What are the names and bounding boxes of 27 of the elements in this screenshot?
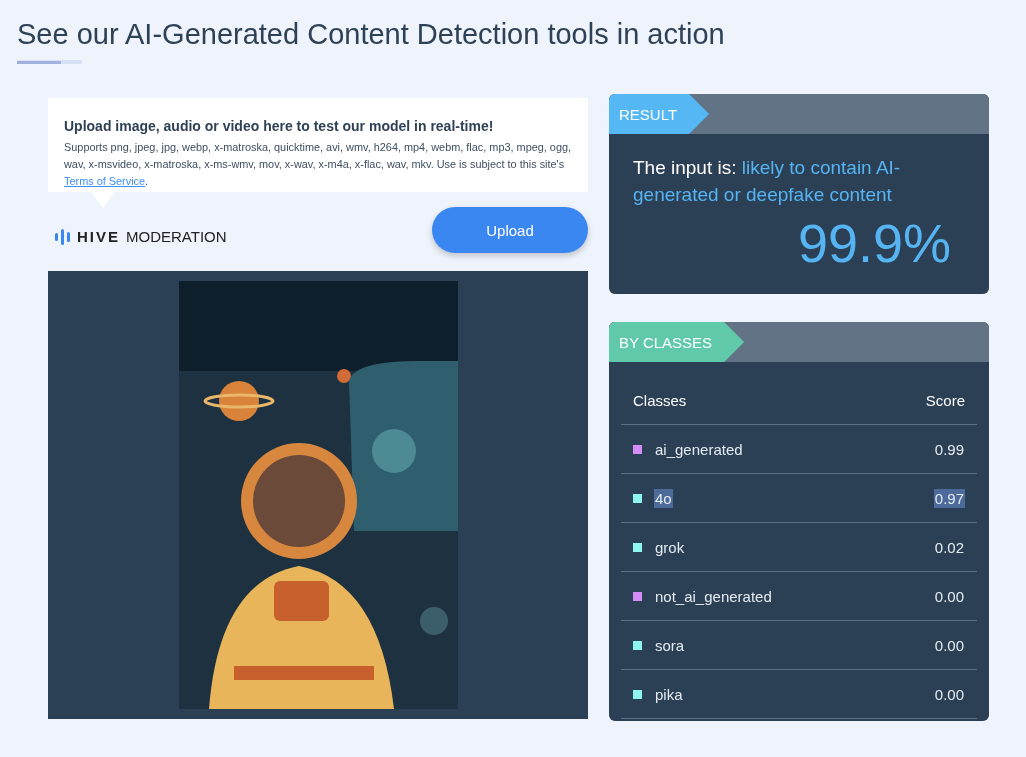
class-name: ai_generated bbox=[654, 439, 744, 459]
score-value: 99.9% bbox=[796, 214, 952, 272]
class-name: 4o bbox=[654, 488, 673, 508]
class-score: 0.00 bbox=[933, 586, 965, 606]
class-score: 0.02 bbox=[933, 537, 965, 557]
column-header: Classes bbox=[633, 391, 687, 409]
brand-suffix: MODERATION bbox=[126, 228, 227, 245]
classes-tag: BY CLASSES bbox=[609, 322, 745, 362]
upload-button[interactable]: Upload bbox=[432, 207, 588, 253]
class-score: 0.00 bbox=[933, 635, 965, 655]
column-header: Score bbox=[925, 391, 965, 409]
class-score: 0.97 bbox=[933, 488, 965, 508]
result-tag: RESULT bbox=[609, 94, 710, 134]
title-underline bbox=[17, 60, 82, 64]
class-score: 0.99 bbox=[933, 439, 965, 459]
class-score: 0.00 bbox=[933, 684, 965, 704]
terms-link[interactable]: Terms of Service bbox=[64, 175, 146, 187]
logo-icon bbox=[55, 228, 71, 245]
class-name: sora bbox=[654, 635, 686, 655]
verdict-text: The input is: likely to contain AI-generated or deepfake content bbox=[633, 156, 902, 207]
page-title: See our AI-Generated Content Detection tools in action bbox=[17, 17, 726, 52]
upload-description: Supports png, jpeg, jpg, webp, x-matroska, quicktime, avi, wmv, h264, mp4, webm, flac, mp3, mpeg, ogg, wav, x-msvideo, x-matroska, x-ms-wmv, mov, x-wav, x-m4a, x-flac, wav, mkv. Use is subject to this site's Terms of Service. bbox=[64, 140, 572, 189]
class-name: grok bbox=[654, 537, 686, 557]
upload-heading: Upload image, audio or video here to test our model in real-time! bbox=[64, 118, 495, 134]
class-name: not_ai_generated bbox=[654, 586, 773, 606]
brand-name: HIVE bbox=[77, 228, 120, 245]
class-name: pika bbox=[654, 684, 684, 704]
